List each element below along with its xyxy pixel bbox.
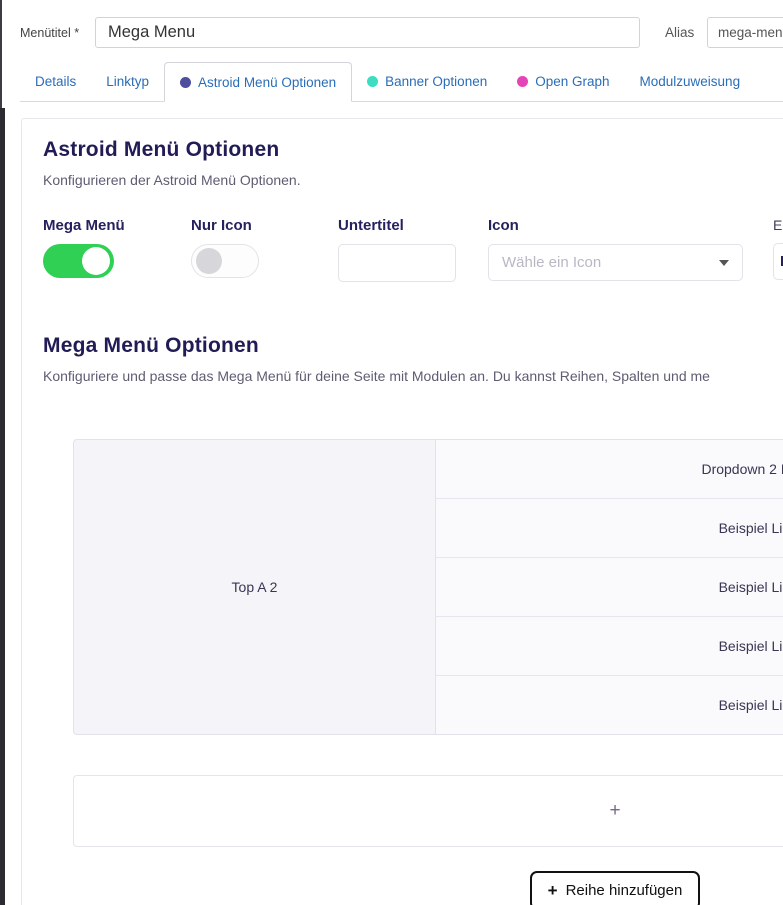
- section-title-mega-menu: Mega Menü Optionen: [43, 333, 783, 359]
- mega-menu-child-cell[interactable]: Beispiel Link (Child Item): [436, 558, 783, 617]
- tab-bar: Details Linktyp Astroid Menü Optionen Ba…: [20, 62, 783, 102]
- plus-icon: +: [548, 883, 558, 898]
- mega-menu-child-cell[interactable]: Beispiel Link (Child Item): [436, 499, 783, 558]
- alias-label: Alias: [665, 25, 694, 40]
- section-description-astroid: Konfigurieren der Astroid Menü Optionen.: [43, 171, 783, 189]
- add-row-button[interactable]: + Reihe hinzufügen: [530, 871, 701, 905]
- nur-icon-label: Nur Icon: [191, 217, 259, 234]
- tab-label: Details: [35, 74, 76, 89]
- section-title-astroid: Astroid Menü Optionen: [43, 137, 783, 163]
- menu-title-input[interactable]: [95, 17, 640, 48]
- tab-modulzuweisung[interactable]: Modulzuweisung: [625, 62, 756, 101]
- field-mega-menu: Mega Menü: [43, 217, 125, 278]
- field-truncated: E K: [773, 217, 783, 280]
- untertitel-input[interactable]: [338, 244, 456, 282]
- mega-menu-toggle[interactable]: [43, 244, 114, 278]
- menu-item-edit-screen: Menütitel * Alias Details Linktyp Astroi…: [0, 0, 783, 905]
- truncated-field-value[interactable]: K: [773, 243, 783, 280]
- mega-menu-child-cell[interactable]: Beispiel Link (Child Item): [436, 676, 783, 734]
- untertitel-label: Untertitel: [338, 217, 456, 234]
- options-fields-row: Mega Menü Nur Icon Untertitel Icon Wähle…: [43, 217, 783, 293]
- alias-input[interactable]: [707, 17, 783, 48]
- toggle-knob: [196, 248, 222, 274]
- field-untertitel: Untertitel: [338, 217, 456, 282]
- icon-select[interactable]: Wähle ein Icon: [488, 244, 743, 281]
- field-icon: Icon Wähle ein Icon: [488, 217, 743, 281]
- mega-menu-parent-cell[interactable]: Top A 2: [74, 440, 436, 734]
- sidebar-edge-stripe: [0, 108, 5, 905]
- tab-banner-optionen[interactable]: Banner Optionen: [352, 62, 502, 101]
- icon-select-placeholder: Wähle ein Icon: [502, 254, 601, 271]
- truncated-field-label: E: [773, 217, 783, 233]
- toggle-knob: [82, 247, 110, 275]
- nur-icon-toggle[interactable]: [191, 244, 259, 278]
- menu-title-label: Menütitel *: [20, 26, 79, 40]
- sidebar-edge-line: [0, 0, 2, 110]
- section-description-mega-menu: Konfiguriere und passe das Mega Menü für…: [43, 367, 783, 385]
- tab-details[interactable]: Details: [20, 62, 91, 101]
- add-row-button-row: + Reihe hinzufügen: [73, 871, 783, 905]
- tab-label: Astroid Menü Optionen: [198, 75, 336, 90]
- field-nur-icon: Nur Icon: [191, 217, 259, 278]
- astroid-options-panel: Astroid Menü Optionen Konfigurieren der …: [21, 118, 783, 905]
- tab-linktyp[interactable]: Linktyp: [91, 62, 164, 101]
- mega-menu-child-cell[interactable]: Dropdown 2 Level (Child Item): [436, 440, 783, 499]
- mega-menu-children-column: Dropdown 2 Level (Child Item) Beispiel L…: [436, 440, 783, 734]
- mega-menu-label: Mega Menü: [43, 217, 125, 234]
- add-row-button-label: Reihe hinzufügen: [566, 882, 683, 899]
- opengraph-tab-dot-icon: [517, 76, 528, 87]
- tab-open-graph[interactable]: Open Graph: [502, 62, 624, 101]
- chevron-down-icon: [719, 260, 729, 266]
- banner-tab-dot-icon: [367, 76, 378, 87]
- plus-icon: +: [609, 800, 620, 822]
- tab-astroid-menu-optionen[interactable]: Astroid Menü Optionen: [164, 62, 352, 102]
- icon-label: Icon: [488, 217, 743, 234]
- mega-menu-row-builder: Top A 2 Dropdown 2 Level (Child Item) Be…: [73, 439, 783, 735]
- mega-menu-child-cell[interactable]: Beispiel Link (Child Item): [436, 617, 783, 676]
- tab-label: Open Graph: [535, 74, 609, 89]
- astroid-tab-dot-icon: [180, 77, 191, 88]
- tab-label: Linktyp: [106, 74, 149, 89]
- tab-label: Modulzuweisung: [640, 74, 741, 89]
- add-column-dropzone[interactable]: +: [73, 775, 783, 847]
- tab-label: Banner Optionen: [385, 74, 487, 89]
